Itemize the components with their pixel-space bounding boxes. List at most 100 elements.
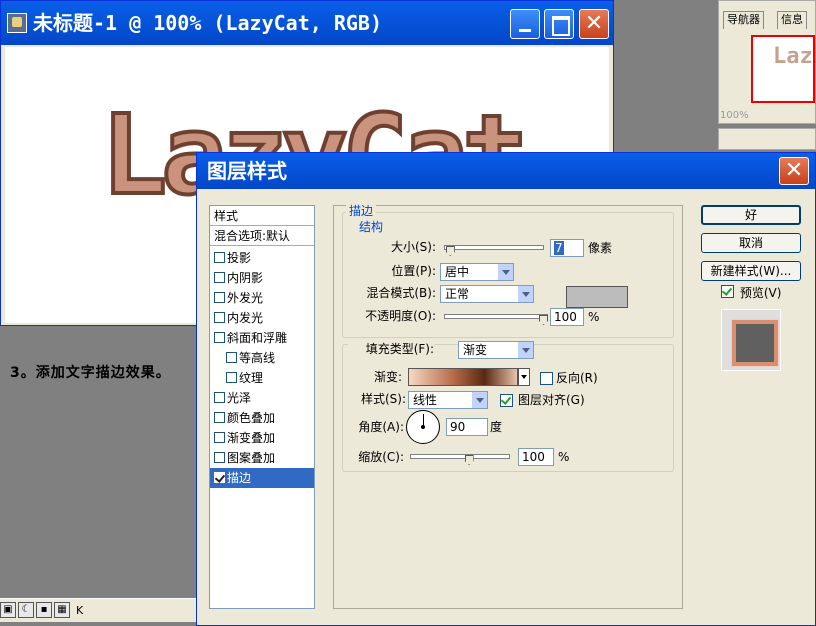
opacity-slider[interactable] xyxy=(444,314,548,319)
style-item-gradient-overlay[interactable]: 渐变叠加 xyxy=(210,428,314,448)
reverse-checkbox[interactable] xyxy=(540,372,553,385)
reverse-label: 反向(R) xyxy=(556,371,598,385)
style-item-texture[interactable]: 纹理 xyxy=(210,368,314,388)
style-item-label: 纹理 xyxy=(239,371,264,385)
style-item-color-overlay[interactable]: 颜色叠加 xyxy=(210,408,314,428)
keyboard-icon[interactable]: ▦ xyxy=(54,602,70,618)
close-button[interactable]: ✕ xyxy=(579,9,609,39)
style-list-header[interactable]: 样式 xyxy=(210,206,314,226)
status-text: K xyxy=(76,604,84,617)
style-item-label: 光泽 xyxy=(227,391,252,405)
gradient-style-value: 线性 xyxy=(413,393,438,407)
blend-mode-select[interactable]: 正常 xyxy=(440,285,534,303)
navigator-thumb-text: Laz xyxy=(773,44,813,69)
size-label: 大小(S): xyxy=(390,240,436,254)
style-item-inner-glow[interactable]: 内发光 xyxy=(210,308,314,328)
position-select[interactable]: 居中 xyxy=(440,263,514,281)
style-item-label: 内阴影 xyxy=(227,271,264,285)
size-slider[interactable] xyxy=(444,245,544,250)
color-overlay-checkbox[interactable] xyxy=(214,412,225,423)
photoshop-doc-icon[interactable] xyxy=(7,13,27,33)
navigator-panel: 导航器 信息 Laz xyxy=(718,0,816,124)
gradient-label: 渐变: xyxy=(373,370,402,384)
style-item-satin[interactable]: 光泽 xyxy=(210,388,314,408)
opacity-unit: % xyxy=(588,310,600,324)
tab-info[interactable]: 信息 xyxy=(777,11,807,29)
size-unit: 像素 xyxy=(588,241,613,255)
blend-options-item[interactable]: 混合选项:默认 xyxy=(210,226,314,246)
scale-input[interactable]: 100 xyxy=(518,448,554,466)
bevel-emboss-checkbox[interactable] xyxy=(214,332,225,343)
contour-checkbox[interactable] xyxy=(226,352,237,363)
inner-shadow-checkbox[interactable] xyxy=(214,272,225,283)
drop-shadow-checkbox[interactable] xyxy=(214,252,225,263)
secondary-panel xyxy=(718,128,816,150)
preview-toggle[interactable]: 预览(V) xyxy=(721,285,781,301)
minimize-button[interactable] xyxy=(510,9,540,39)
structure-title: 结构 xyxy=(356,220,387,234)
moon-icon[interactable]: ☾ xyxy=(18,602,34,618)
style-preview-thumbnail xyxy=(721,309,781,371)
navigator-thumbnail[interactable]: Laz xyxy=(751,35,815,103)
pattern-overlay-checkbox[interactable] xyxy=(214,452,225,463)
fill-type-value: 渐变 xyxy=(463,343,488,357)
tab-navigator[interactable]: 导航器 xyxy=(723,11,764,29)
align-with-layer-checkbox[interactable] xyxy=(500,394,513,407)
stroke-color-swatch[interactable] xyxy=(566,286,628,308)
chevron-down-icon[interactable] xyxy=(517,286,533,302)
stroke-checkbox[interactable] xyxy=(214,472,225,483)
ok-button[interactable]: 好 xyxy=(701,205,801,225)
style-item-label: 内发光 xyxy=(227,311,264,325)
stroke-settings-panel: 描边 结构 大小(S): 7 像素 位置(P): 居中 混合模式(B): 正常 … xyxy=(333,204,683,609)
outer-glow-checkbox[interactable] xyxy=(214,292,225,303)
fill-type-select[interactable]: 渐变 xyxy=(458,341,534,359)
navigator-zoom[interactable]: 100% xyxy=(720,110,816,124)
dialog-title: 图层样式 xyxy=(207,159,287,183)
style-item-stroke[interactable]: 描边 xyxy=(210,468,314,488)
style-item-bevel-emboss[interactable]: 斜面和浮雕 xyxy=(210,328,314,348)
document-title: 未标题-1 @ 100% (LazyCat, RGB) xyxy=(33,11,382,35)
tray-icon[interactable]: ▪ xyxy=(36,602,52,618)
opacity-input[interactable]: 100 xyxy=(550,308,584,326)
style-item-inner-shadow[interactable]: 内阴影 xyxy=(210,268,314,288)
position-label: 位置(P): xyxy=(391,264,436,278)
chevron-down-icon[interactable] xyxy=(471,392,487,408)
size-value: 7 xyxy=(554,241,564,255)
scale-slider[interactable] xyxy=(410,454,510,459)
gradient-overlay-checkbox[interactable] xyxy=(214,432,225,443)
angle-dial[interactable] xyxy=(406,410,440,444)
size-input[interactable]: 7 xyxy=(550,239,584,257)
opacity-label: 不透明度(O): xyxy=(365,309,436,323)
style-item-label: 投影 xyxy=(227,251,252,265)
cancel-button[interactable]: 取消 xyxy=(701,233,801,253)
style-item-label: 描边 xyxy=(227,471,252,485)
new-style-button[interactable]: 新建样式(W)... xyxy=(701,261,801,281)
position-value: 居中 xyxy=(445,265,470,279)
angle-input[interactable]: 90 xyxy=(446,418,488,436)
style-item-contour[interactable]: 等高线 xyxy=(210,348,314,368)
scale-label: 缩放(C): xyxy=(358,450,404,464)
style-item-label: 外发光 xyxy=(227,291,264,305)
inner-glow-checkbox[interactable] xyxy=(214,312,225,323)
preview-checkbox[interactable] xyxy=(721,285,734,298)
style-label: 样式(S): xyxy=(360,392,406,406)
toolbox-icon[interactable]: ▣ xyxy=(0,602,16,618)
style-item-pattern-overlay[interactable]: 图案叠加 xyxy=(210,448,314,468)
scale-unit: % xyxy=(558,450,570,464)
gradient-style-select[interactable]: 线性 xyxy=(408,391,488,409)
chevron-down-icon[interactable] xyxy=(497,264,513,280)
dialog-title-bar[interactable]: 图层样式 xyxy=(197,153,815,189)
style-item-outer-glow[interactable]: 外发光 xyxy=(210,288,314,308)
layer-style-dialog: 图层样式 ✕ 样式 混合选项:默认 投影 内阴影 外发光 内发光 斜面和浮雕 等… xyxy=(196,152,816,626)
style-item-drop-shadow[interactable]: 投影 xyxy=(210,248,314,268)
texture-checkbox[interactable] xyxy=(226,372,237,383)
gradient-dropdown-button[interactable] xyxy=(518,368,530,386)
preview-label: 预览(V) xyxy=(739,286,782,300)
gradient-picker[interactable] xyxy=(408,368,518,386)
blend-mode-label: 混合模式(B): xyxy=(366,286,436,300)
dialog-close-button[interactable]: ✕ xyxy=(779,157,809,185)
satin-checkbox[interactable] xyxy=(214,392,225,403)
chevron-down-icon[interactable] xyxy=(517,342,533,358)
maximize-button[interactable] xyxy=(544,9,574,39)
step-caption: 3。添加文字描边效果。 xyxy=(10,365,171,381)
